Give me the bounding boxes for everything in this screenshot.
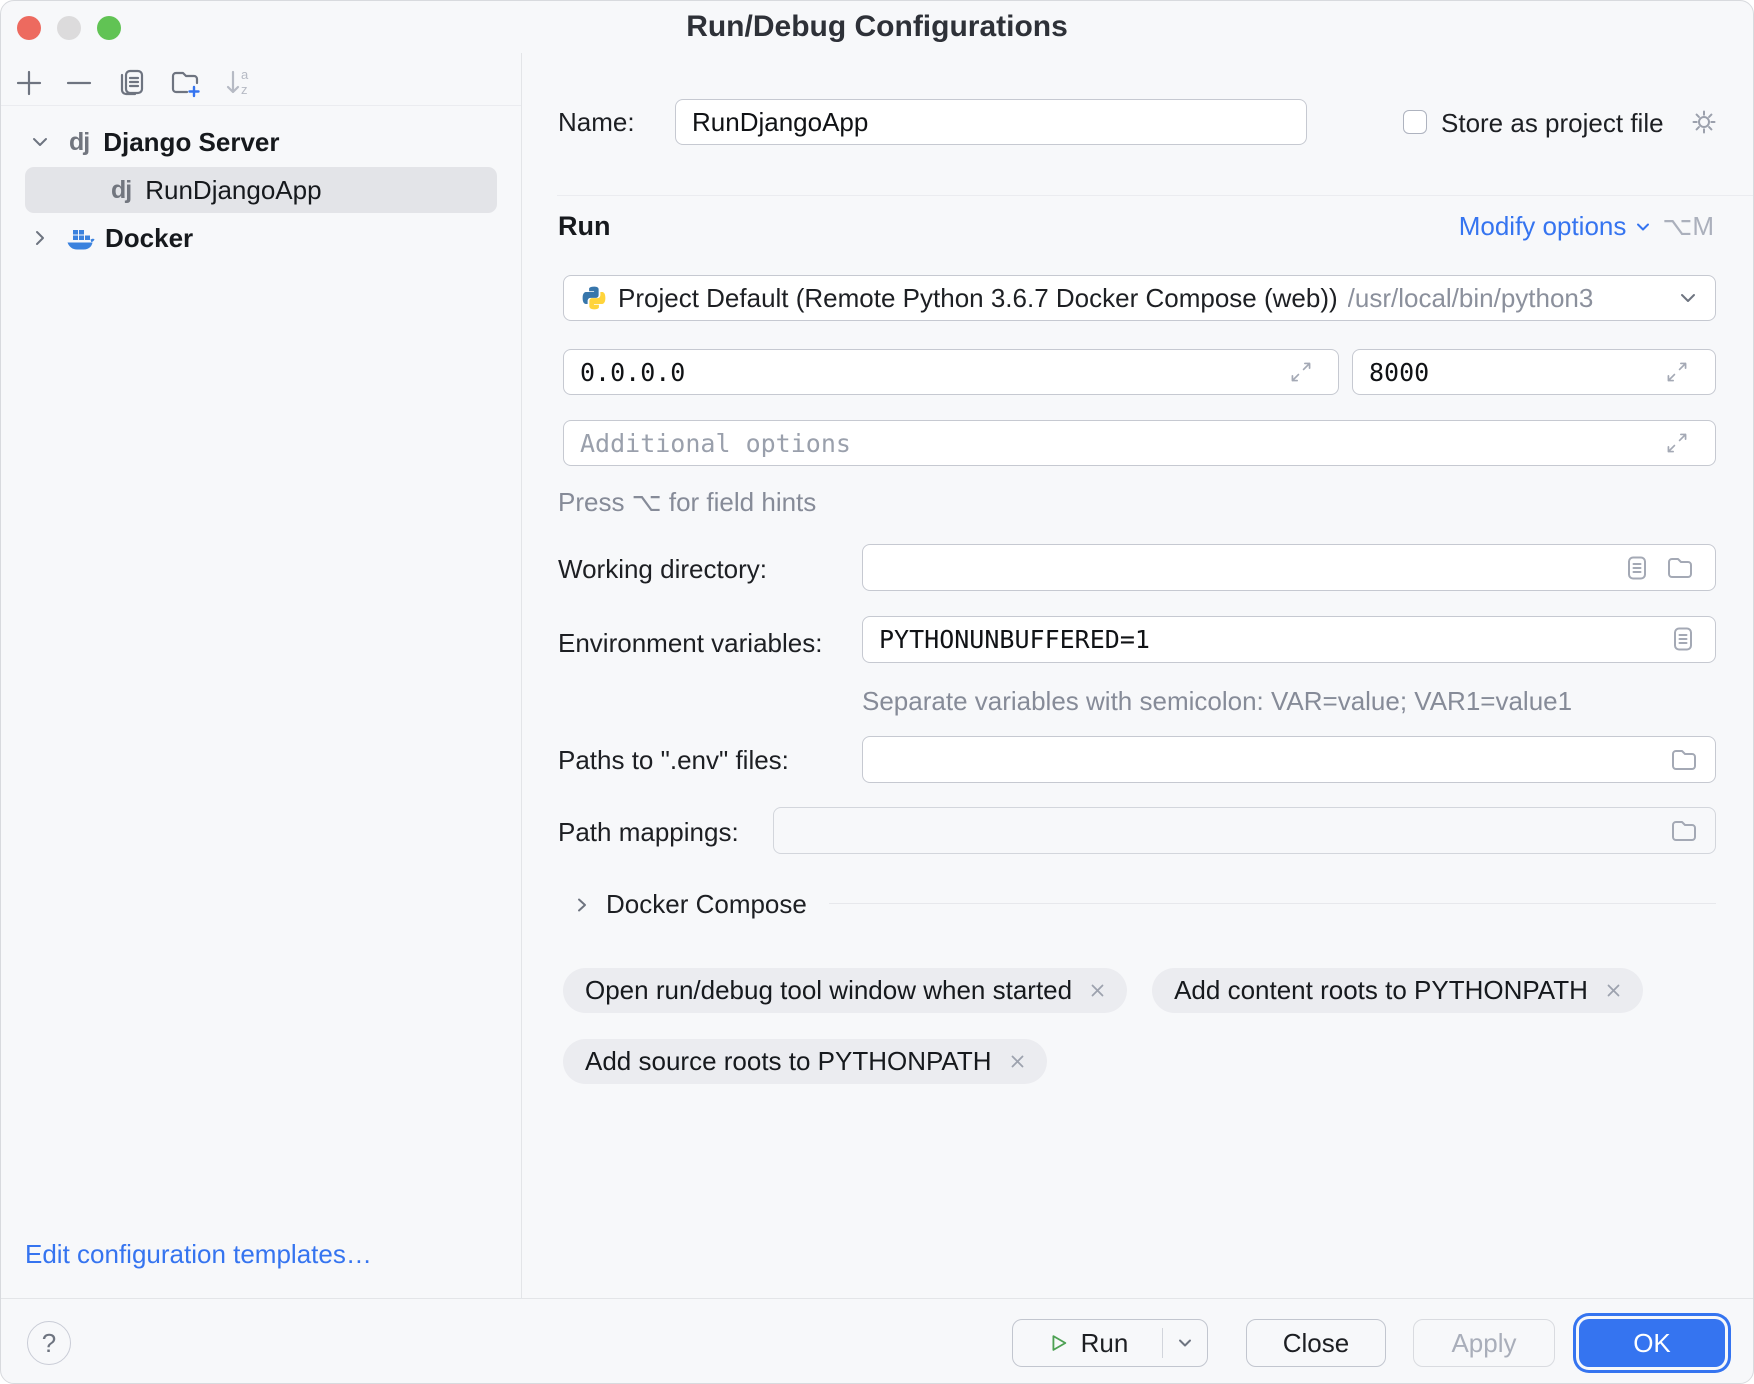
ok-button[interactable]: OK <box>1579 1319 1725 1367</box>
port-input[interactable] <box>1352 349 1716 395</box>
new-folder-icon <box>168 66 202 100</box>
host-input[interactable] <box>563 349 1339 395</box>
footer-separator <box>1 1298 1754 1299</box>
store-as-project-file-checkbox[interactable] <box>1403 110 1427 134</box>
tree-item-label: RunDjangoApp <box>145 175 321 206</box>
interpreter-select[interactable]: Project Default (Remote Python 3.6.7 Doc… <box>563 275 1716 321</box>
run-debug-configurations-dialog: Run/Debug Configurations a z dj Django S… <box>0 0 1754 1384</box>
dialog-title: Run/Debug Configurations <box>1 10 1753 44</box>
tree-group-label: Django Server <box>103 127 279 158</box>
help-button[interactable]: ? <box>27 1321 71 1365</box>
add-configuration-button[interactable] <box>11 65 47 101</box>
chevron-down-icon <box>1176 1334 1194 1352</box>
sidebar-toolbar-separator <box>1 105 521 106</box>
folder-icon <box>1669 816 1699 846</box>
env-files-label: Paths to ".env" files: <box>558 745 789 776</box>
play-icon <box>1047 1332 1069 1354</box>
insert-macro-button[interactable] <box>1623 554 1651 582</box>
folder-icon <box>1665 553 1695 583</box>
name-input[interactable] <box>675 99 1307 145</box>
sort-configurations-button[interactable]: a z <box>220 65 256 101</box>
env-files-input[interactable] <box>862 736 1716 783</box>
edit-configuration-templates-link[interactable]: Edit configuration templates… <box>25 1239 372 1270</box>
environment-variables-input[interactable] <box>862 616 1716 663</box>
run-options-dropdown[interactable] <box>1163 1334 1207 1352</box>
minus-icon <box>64 68 94 98</box>
new-folder-button[interactable] <box>167 65 203 101</box>
environment-variables-hint: Separate variables with semicolon: VAR=v… <box>862 686 1572 717</box>
tree-group-docker[interactable]: Docker <box>1 215 521 261</box>
chevron-down-icon <box>1634 218 1652 236</box>
path-mappings-input[interactable] <box>773 807 1716 854</box>
sort-az-icon: a z <box>221 66 255 100</box>
chip-add-source-roots: Add source roots to PYTHONPATH <box>563 1039 1047 1084</box>
modify-options-shortcut: ⌥M <box>1662 211 1714 242</box>
name-label: Name: <box>558 107 635 138</box>
tree-group-django-server[interactable]: dj Django Server <box>1 119 521 165</box>
chevron-right-icon[interactable] <box>29 227 59 249</box>
docker-compose-group-label: Docker Compose <box>606 889 807 920</box>
tree-group-label: Docker <box>105 223 193 254</box>
expand-icon <box>1665 360 1689 384</box>
tree-item-rundjangoapp[interactable]: dj RunDjangoApp <box>1 167 521 213</box>
browse-env-files-button[interactable] <box>1669 745 1699 775</box>
folder-icon <box>1669 745 1699 775</box>
store-settings-gear-button[interactable] <box>1689 107 1719 137</box>
field-hints-text: Press ⌥ for field hints <box>558 487 816 518</box>
docker-icon <box>65 223 95 253</box>
chevron-down-icon <box>1677 287 1699 309</box>
store-as-project-file-label: Store as project file <box>1441 108 1664 139</box>
apply-button[interactable]: Apply <box>1413 1319 1555 1367</box>
modify-options-button[interactable]: Modify options <box>1459 211 1653 242</box>
expand-host-field-button[interactable] <box>1289 360 1313 384</box>
run-button[interactable]: Run <box>1013 1328 1162 1359</box>
question-mark-icon: ? <box>42 1328 56 1359</box>
docker-compose-group-toggle[interactable]: Docker Compose <box>572 889 807 920</box>
expand-options-field-button[interactable] <box>1665 431 1689 455</box>
remove-chip-button[interactable] <box>1604 981 1623 1000</box>
browse-folder-button[interactable] <box>1665 553 1695 583</box>
macros-list-icon <box>1623 554 1651 582</box>
remove-configuration-button[interactable] <box>61 65 97 101</box>
run-section-title: Run <box>558 211 610 242</box>
chevron-right-icon <box>572 895 592 915</box>
django-icon: dj <box>111 176 131 205</box>
svg-text:z: z <box>241 82 248 97</box>
environment-variables-label: Environment variables: <box>558 628 822 659</box>
django-icon: dj <box>69 128 89 157</box>
copy-configuration-button[interactable] <box>113 65 149 101</box>
plus-icon <box>14 68 44 98</box>
browse-path-mappings-button[interactable] <box>1669 816 1699 846</box>
svg-text:a: a <box>241 67 249 82</box>
expand-icon <box>1289 360 1313 384</box>
working-directory-label: Working directory: <box>558 554 767 585</box>
edit-variables-button[interactable] <box>1669 625 1697 653</box>
interpreter-name: Project Default (Remote Python 3.6.7 Doc… <box>618 283 1338 314</box>
python-icon <box>580 284 608 312</box>
sidebar-divider <box>521 53 522 1298</box>
run-split-button[interactable]: Run <box>1012 1319 1208 1367</box>
docker-compose-group-line <box>829 903 1716 904</box>
remove-chip-button[interactable] <box>1088 981 1107 1000</box>
working-directory-input[interactable] <box>862 544 1716 591</box>
close-button[interactable]: Close <box>1246 1319 1386 1367</box>
chip-add-content-roots: Add content roots to PYTHONPATH <box>1152 968 1643 1013</box>
interpreter-path: /usr/local/bin/python3 <box>1348 283 1594 314</box>
remove-chip-button[interactable] <box>1008 1052 1027 1071</box>
copy-icon <box>115 67 147 99</box>
variables-list-icon <box>1669 625 1697 653</box>
gear-icon <box>1689 107 1719 137</box>
additional-options-input[interactable] <box>563 420 1716 466</box>
header-separator <box>557 195 1753 196</box>
expand-icon <box>1665 431 1689 455</box>
chip-open-run-debug-tool-window: Open run/debug tool window when started <box>563 968 1127 1013</box>
path-mappings-label: Path mappings: <box>558 817 739 848</box>
expand-port-field-button[interactable] <box>1665 360 1689 384</box>
chevron-down-icon[interactable] <box>29 131 59 153</box>
